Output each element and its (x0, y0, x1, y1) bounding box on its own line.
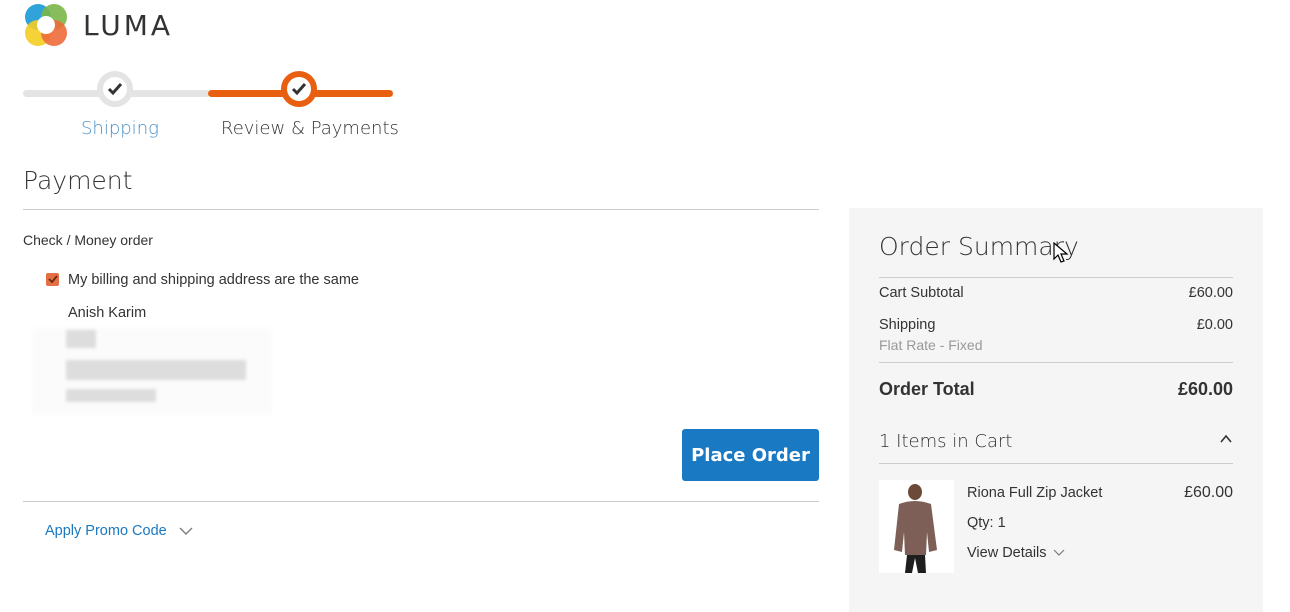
apply-promo-code-label: Apply Promo Code (45, 523, 167, 539)
view-details-label: View Details (967, 545, 1047, 561)
divider (879, 277, 1233, 278)
items-in-cart-title[interactable]: 1 Items in Cart (879, 431, 1012, 452)
redacted-address-line (66, 360, 246, 380)
divider (23, 501, 819, 502)
shipping-label: Shipping (879, 317, 936, 333)
step-shipping-indicator (97, 71, 133, 107)
same-address-checkbox[interactable] (46, 273, 59, 286)
step-shipping-link[interactable]: Shipping (81, 118, 159, 139)
step-review-label: Review & Payments (221, 118, 399, 139)
billing-address-name: Anish Karim (68, 305, 147, 321)
cart-subtotal-label: Cart Subtotal (879, 285, 964, 301)
check-icon (107, 83, 123, 96)
view-details-toggle[interactable]: View Details (967, 545, 1065, 561)
payment-method-label: Check / Money order (23, 232, 153, 248)
product-qty: Qty: 1 (967, 515, 1006, 531)
order-summary-title: Order Summary (879, 232, 1079, 261)
luma-logo[interactable]: LUMA (23, 2, 173, 48)
luma-logo-icon (25, 4, 67, 46)
brand-name: LUMA (83, 8, 174, 42)
cart-subtotal-value: £60.00 (1188, 285, 1233, 301)
chevron-down-icon (179, 527, 193, 535)
mouse-cursor-icon (1053, 242, 1069, 263)
order-total-value: £60.00 (1177, 379, 1233, 399)
product-thumbnail (879, 480, 954, 573)
payment-title: Payment (23, 166, 133, 195)
redacted-address-line (66, 389, 156, 402)
step-review-indicator (281, 71, 317, 107)
checkmark-icon (47, 275, 58, 284)
chevron-up-icon[interactable] (1219, 434, 1233, 443)
shipping-value: £0.00 (1196, 317, 1233, 333)
product-name: Riona Full Zip Jacket (967, 485, 1103, 501)
place-order-button[interactable]: Place Order (682, 429, 819, 481)
apply-promo-code-toggle[interactable]: Apply Promo Code (45, 523, 193, 539)
check-icon (291, 83, 307, 96)
product-image (879, 480, 954, 573)
divider (879, 362, 1233, 363)
divider (879, 463, 1233, 464)
redacted-address-line (66, 330, 96, 348)
divider (23, 209, 819, 210)
product-price: £60.00 (1184, 484, 1233, 501)
shipping-method: Flat Rate - Fixed (879, 337, 983, 353)
order-total-label: Order Total (879, 379, 975, 399)
chevron-down-icon (1053, 549, 1064, 556)
same-address-label[interactable]: My billing and shipping address are the … (68, 272, 359, 288)
